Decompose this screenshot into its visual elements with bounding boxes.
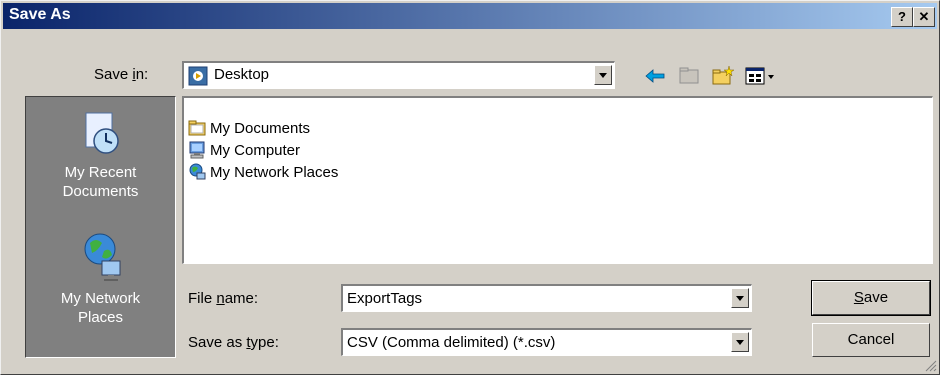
list-item-label: My Documents — [210, 119, 311, 137]
places-bar: My Recent Documents My Network Places — [25, 96, 176, 358]
place-network-places[interactable]: My Network Places — [26, 227, 175, 337]
file-name-value[interactable]: ExportTags — [347, 290, 422, 307]
place-network-line1: My Network — [60, 290, 141, 307]
file-name-label: File name: — [188, 290, 259, 307]
network-icon — [189, 163, 206, 180]
save-in-dropdown-arrow[interactable] — [594, 65, 612, 85]
place-recent-line2: Documents — [62, 183, 139, 200]
back-arrow-icon[interactable] — [643, 65, 667, 87]
list-item[interactable]: My Network Places — [188, 161, 338, 183]
close-icon: ✕ — [918, 9, 930, 24]
help-icon: ? — [898, 9, 906, 24]
save-type-dropdown-arrow[interactable] — [731, 332, 749, 352]
save-in-value: Desktop — [214, 66, 270, 83]
network-places-icon — [84, 233, 121, 281]
file-name-dropdown-arrow[interactable] — [731, 288, 749, 308]
title-bar[interactable]: Save As ? ✕ — [3, 3, 937, 29]
desktop-icon — [188, 66, 208, 86]
save-as-dialog: Save As ? ✕ Save in: Desktop My Recent D… — [0, 0, 940, 375]
save-button[interactable]: Save — [811, 280, 931, 316]
save-type-combo[interactable]: CSV (Comma delimited) (*.csv) — [341, 328, 752, 356]
cancel-button[interactable]: Cancel — [812, 323, 930, 357]
list-item-label: My Computer — [210, 141, 301, 159]
save-in-label: Save in: — [94, 66, 149, 83]
list-item[interactable]: My Computer — [188, 139, 300, 161]
resize-grip-icon[interactable] — [925, 360, 937, 372]
place-recent-line1: My Recent — [64, 164, 137, 181]
list-item-label: My Network Places — [210, 163, 339, 181]
help-button[interactable]: ? — [891, 7, 913, 27]
file-list[interactable]: My Documents My Computer My Network Plac… — [182, 96, 933, 264]
save-type-label: Save as type: — [188, 334, 279, 351]
folder-icon — [188, 120, 206, 136]
computer-icon — [189, 141, 205, 159]
views-menu-icon[interactable] — [745, 65, 779, 87]
recent-documents-icon — [85, 112, 119, 154]
close-button[interactable]: ✕ — [913, 7, 935, 27]
window-title: Save As — [9, 6, 71, 23]
file-name-combo[interactable]: ExportTags — [341, 284, 752, 312]
list-item[interactable]: My Documents — [188, 117, 310, 139]
up-folder-icon[interactable] — [677, 65, 701, 87]
save-in-combo[interactable]: Desktop — [182, 61, 615, 89]
new-folder-icon[interactable] — [711, 65, 735, 87]
save-type-value: CSV (Comma delimited) (*.csv) — [347, 334, 556, 351]
place-recent-documents[interactable]: My Recent Documents — [26, 105, 175, 215]
place-network-line2: Places — [77, 309, 124, 326]
